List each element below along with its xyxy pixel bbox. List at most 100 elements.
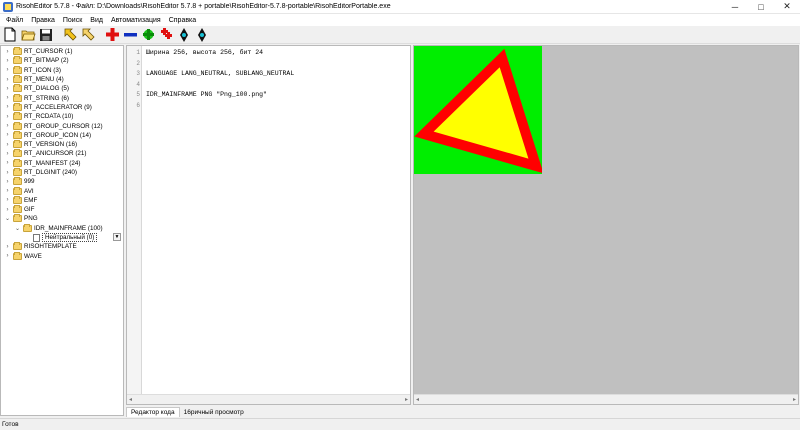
arrow-up-left-alt-icon[interactable] bbox=[80, 27, 96, 43]
arrow-up-left-icon[interactable] bbox=[62, 27, 78, 43]
tree-item[interactable]: › RT_MANIFEST (24) bbox=[1, 158, 123, 168]
expand-icon[interactable]: › bbox=[4, 188, 11, 195]
tree-item[interactable]: › RISOHTEMPLATE bbox=[1, 242, 123, 251]
code-line[interactable]: Ширина 256, высота 256, бит 24 bbox=[146, 49, 263, 56]
folder-icon bbox=[13, 75, 22, 84]
expand-icon[interactable]: › bbox=[4, 85, 11, 92]
tree-item[interactable]: › GIF bbox=[1, 205, 123, 214]
tree-item-label: RT_ACCELERATOR (9) bbox=[24, 103, 92, 111]
tree-item[interactable]: › RT_RCDATA (10) bbox=[1, 112, 123, 121]
expand-icon[interactable]: › bbox=[4, 95, 11, 102]
expand-icon[interactable]: › bbox=[4, 141, 11, 148]
tree-item[interactable]: › RT_MENU (4) bbox=[1, 75, 123, 84]
expand-icon[interactable]: › bbox=[4, 123, 11, 130]
menu-edit[interactable]: Правка bbox=[27, 17, 59, 24]
tree-item[interactable]: › EMF bbox=[1, 195, 123, 205]
expand-icon[interactable]: › bbox=[4, 178, 11, 185]
remove-icon[interactable] bbox=[122, 27, 138, 43]
folder-icon bbox=[13, 205, 22, 214]
expand-icon[interactable]: › bbox=[4, 67, 11, 74]
expand-icon[interactable]: › bbox=[4, 253, 11, 260]
tree-item[interactable]: ⌄ PNG bbox=[1, 214, 123, 223]
menu-bar: Файл Правка Поиск Вид Автоматизация Спра… bbox=[0, 14, 800, 26]
expand-icon[interactable]: › bbox=[4, 243, 11, 250]
code-line[interactable]: LANGUAGE LANG_NEUTRAL, SUBLANG_NEUTRAL bbox=[146, 70, 294, 77]
expand-icon[interactable]: › bbox=[4, 104, 11, 111]
maximize-button[interactable]: □ bbox=[748, 0, 774, 14]
status-bar: Готов bbox=[0, 418, 800, 430]
tree-item[interactable]: › RT_GROUP_ICON (14) bbox=[1, 130, 123, 140]
tree-item[interactable]: ⌄ IDR_MAINFRAME (100) bbox=[1, 223, 123, 233]
expand-icon[interactable]: › bbox=[4, 48, 11, 55]
window-controls: ─ □ ✕ bbox=[722, 0, 800, 14]
folder-icon bbox=[13, 195, 22, 204]
tree-item[interactable]: › WAVE bbox=[1, 251, 123, 261]
scroll-left-icon[interactable]: ◂ bbox=[129, 396, 132, 403]
minimize-button[interactable]: ─ bbox=[722, 0, 748, 14]
expand-icon[interactable]: › bbox=[4, 132, 11, 139]
tree-item-label: RT_MANIFEST (24) bbox=[24, 159, 81, 167]
editor-horizontal-scrollbar[interactable]: ◂ ▸ bbox=[127, 394, 410, 404]
add-resource-icon[interactable] bbox=[140, 27, 156, 43]
expand-icon[interactable]: › bbox=[4, 160, 11, 167]
test-icon[interactable] bbox=[176, 27, 192, 43]
expand-icon[interactable] bbox=[24, 234, 31, 241]
code-editor[interactable]: 1 2 3 4 5 6 Ширина 256, высота 256, бит 24 LAN… bbox=[126, 45, 411, 405]
add-icon[interactable] bbox=[104, 27, 120, 43]
expand-icon[interactable]: › bbox=[4, 76, 11, 83]
scroll-right-icon[interactable]: ▸ bbox=[405, 396, 408, 403]
close-button[interactable]: ✕ bbox=[774, 0, 800, 14]
expand-icon[interactable]: › bbox=[4, 206, 11, 213]
tree-item-label: RT_GROUP_CURSOR (12) bbox=[24, 122, 103, 130]
tree-item-label: RT_GROUP_ICON (14) bbox=[24, 131, 92, 139]
expand-icon[interactable]: › bbox=[4, 197, 11, 204]
expand-icon[interactable]: › bbox=[4, 150, 11, 157]
tree-item[interactable]: › RT_ANICURSOR (21) bbox=[1, 149, 123, 158]
folder-icon bbox=[13, 186, 22, 195]
code-line[interactable]: IDR_MAINFRAME PNG "Png_100.png" bbox=[146, 91, 267, 98]
menu-automation[interactable]: Автоматизация bbox=[107, 17, 165, 24]
preview-horizontal-scrollbar[interactable]: ◂ ▸ bbox=[414, 394, 798, 404]
tree-item[interactable]: › AVI bbox=[1, 186, 123, 195]
scroll-left-icon[interactable]: ◂ bbox=[416, 396, 419, 403]
tree-item[interactable]: › RT_DLGINIT (240) bbox=[1, 168, 123, 177]
menu-help[interactable]: Справка bbox=[165, 17, 200, 24]
folder-icon bbox=[13, 93, 22, 102]
tree-item[interactable]: › RT_CURSOR (1) bbox=[1, 47, 123, 56]
collapse-icon[interactable]: ⌄ bbox=[14, 225, 21, 232]
tree-item[interactable]: Нейтральный (0) ▼ bbox=[1, 232, 123, 243]
open-folder-icon[interactable] bbox=[20, 27, 36, 43]
line-number: 4 bbox=[136, 80, 140, 88]
test-alt-icon[interactable] bbox=[194, 27, 210, 43]
tree-item-label: IDR_MAINFRAME (100) bbox=[34, 224, 103, 232]
menu-view[interactable]: Вид bbox=[86, 17, 107, 24]
dropdown-arrow-icon[interactable]: ▼ bbox=[113, 233, 121, 242]
expand-icon[interactable]: › bbox=[4, 169, 11, 176]
tree-item[interactable]: › RT_DIALOG (5) bbox=[1, 84, 123, 93]
new-file-icon[interactable] bbox=[2, 27, 18, 43]
line-number: 1 bbox=[136, 49, 140, 56]
save-icon[interactable] bbox=[38, 27, 54, 43]
tree-item[interactable]: › RT_VERSION (16) bbox=[1, 140, 123, 149]
tree-item[interactable]: › RT_BITMAP (2) bbox=[1, 56, 123, 65]
folder-icon bbox=[13, 56, 22, 65]
expand-icon[interactable]: › bbox=[4, 57, 11, 64]
file-icon bbox=[33, 233, 40, 242]
editor-tabs: Редактор кода 16ричный просмотр bbox=[126, 406, 411, 417]
tree-item[interactable]: › RT_ICON (3) bbox=[1, 65, 123, 75]
resource-tree[interactable]: › RT_CURSOR (1) › RT_BITMAP (2) › RT_ICON (3)… bbox=[0, 45, 124, 416]
copy-resource-icon[interactable] bbox=[158, 27, 174, 43]
scroll-right-icon[interactable]: ▸ bbox=[793, 396, 796, 403]
tree-item[interactable]: › RT_GROUP_CURSOR (12) bbox=[1, 121, 123, 130]
menu-search[interactable]: Поиск bbox=[59, 17, 86, 24]
tree-item-label: WAVE bbox=[24, 252, 42, 260]
menu-file[interactable]: Файл bbox=[2, 17, 27, 24]
folder-icon bbox=[13, 177, 22, 186]
tree-item[interactable]: › 999 bbox=[1, 177, 123, 186]
collapse-icon[interactable]: ⌄ bbox=[4, 215, 11, 222]
tree-item[interactable]: › RT_STRING (6) bbox=[1, 93, 123, 102]
expand-icon[interactable]: › bbox=[4, 113, 11, 120]
tab-code-editor[interactable]: Редактор кода bbox=[126, 407, 180, 417]
tab-hex-view[interactable]: 16ричный просмотр bbox=[180, 408, 248, 417]
tree-item[interactable]: › RT_ACCELERATOR (9) bbox=[1, 102, 123, 112]
